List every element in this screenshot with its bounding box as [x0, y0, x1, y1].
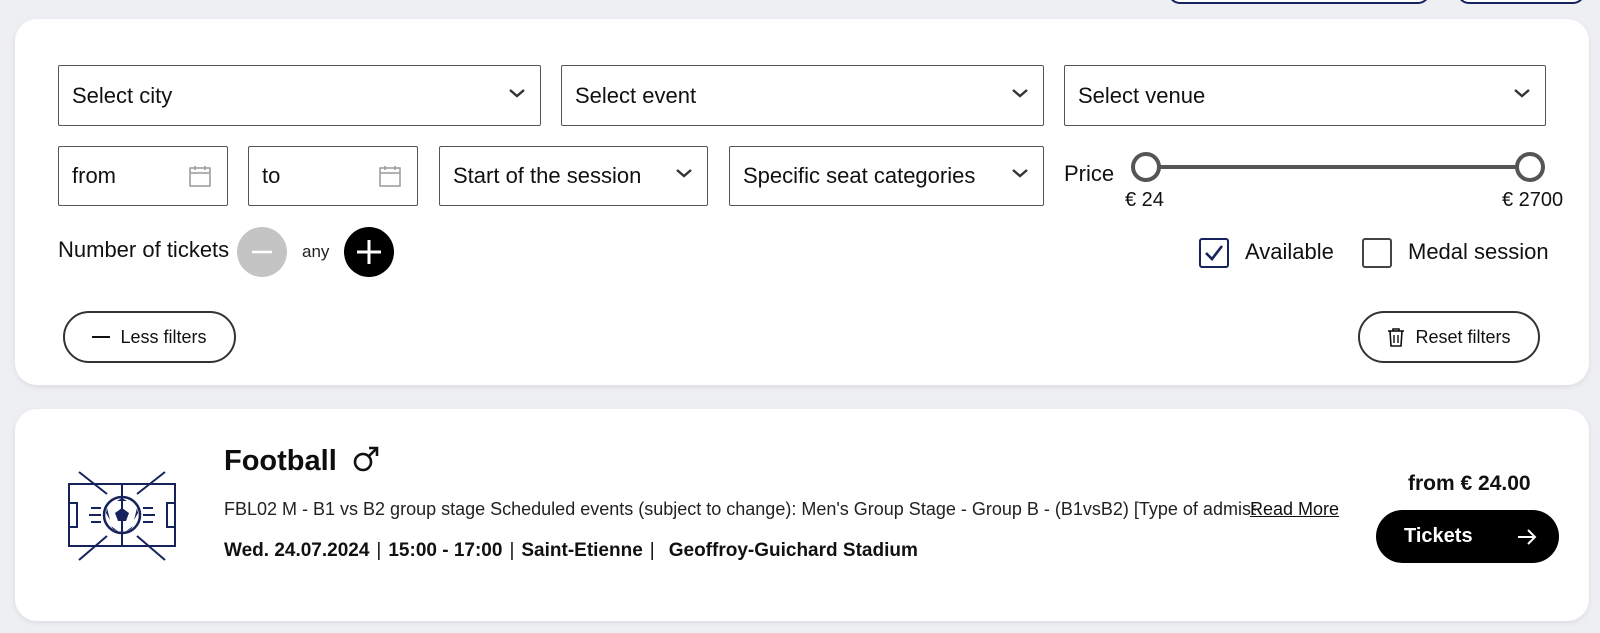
city-select-label: Select city	[72, 82, 173, 108]
date-to-input[interactable]: to	[248, 146, 418, 206]
minus-icon	[92, 336, 111, 338]
session-start-label: Start of the session	[453, 163, 642, 188]
football-pictogram-icon	[68, 471, 176, 561]
male-symbol-icon	[353, 446, 379, 472]
separator: |	[376, 540, 382, 561]
less-filters-button[interactable]: Less filters	[63, 311, 236, 363]
medal-session-checkbox[interactable]	[1362, 238, 1392, 268]
minus-icon	[252, 250, 272, 254]
trash-icon	[1388, 328, 1405, 347]
separator: |	[509, 540, 515, 561]
medal-session-label: Medal session	[1408, 239, 1549, 264]
separator: |	[649, 540, 655, 561]
seat-categories-select[interactable]: Specific seat categories	[729, 146, 1044, 206]
event-city: Saint-Etienne	[521, 540, 643, 561]
chevron-down-icon	[1012, 88, 1028, 98]
header-button-partial-2[interactable]	[1457, 0, 1585, 4]
increase-tickets-button[interactable]	[344, 227, 394, 277]
chevron-down-icon	[1514, 88, 1530, 98]
tickets-button-label: Tickets	[1404, 525, 1473, 547]
reset-filters-button[interactable]: Reset filters	[1358, 311, 1540, 363]
read-more-link[interactable]: Read More	[1250, 499, 1339, 520]
price-min-handle[interactable]	[1131, 152, 1161, 182]
chevron-down-icon	[676, 169, 692, 178]
arrow-right-icon	[1518, 528, 1537, 545]
available-label: Available	[1245, 239, 1334, 264]
event-title-text: Football	[224, 445, 337, 477]
seat-categories-label: Specific seat categories	[743, 163, 976, 188]
calendar-icon	[379, 166, 401, 187]
chevron-down-icon	[1012, 169, 1028, 178]
tickets-button[interactable]: Tickets	[1376, 510, 1559, 563]
session-start-select[interactable]: Start of the session	[439, 146, 708, 206]
from-price: from € 24.00	[1408, 472, 1531, 495]
decrease-tickets-button[interactable]	[237, 227, 287, 277]
city-select[interactable]: Select city	[58, 65, 541, 126]
tickets-count-label: Number of tickets	[58, 237, 230, 262]
event-date: Wed. 24.07.2024	[224, 540, 370, 561]
venue-select[interactable]: Select venue	[1064, 65, 1546, 126]
venue-select-label: Select venue	[1078, 82, 1206, 108]
event-meta: Wed. 24.07.2024 | 15:00 - 17:00 | Saint-Etie…	[224, 540, 918, 562]
event-description: FBL02 M - B1 vs B2 group stage Scheduled…	[224, 499, 1256, 519]
reset-filters-label: Reset filters	[1415, 326, 1511, 347]
price-max-value: € 2700	[1502, 189, 1564, 211]
price-label: Price	[1064, 161, 1115, 186]
date-from-label: from	[72, 163, 116, 188]
checkmark-icon	[1205, 245, 1224, 261]
price-min-value: € 24	[1125, 189, 1164, 211]
date-to-label: to	[262, 163, 281, 188]
plus-icon	[357, 240, 381, 264]
header-button-partial[interactable]	[1168, 0, 1430, 4]
less-filters-label: Less filters	[120, 326, 207, 347]
event-select-label: Select event	[575, 82, 697, 108]
tickets-count-value: any	[302, 242, 330, 261]
price-slider-track[interactable]	[1146, 165, 1530, 169]
chevron-down-icon	[509, 88, 525, 98]
date-from-input[interactable]: from	[58, 146, 228, 206]
calendar-icon	[189, 166, 211, 187]
event-title: Football	[224, 445, 379, 478]
available-checkbox[interactable]	[1199, 238, 1229, 268]
event-venue: Geoffroy-Guichard Stadium	[668, 540, 918, 561]
price-max-handle[interactable]	[1515, 152, 1545, 182]
event-time: 15:00 - 17:00	[388, 540, 503, 561]
event-select[interactable]: Select event	[561, 65, 1044, 126]
